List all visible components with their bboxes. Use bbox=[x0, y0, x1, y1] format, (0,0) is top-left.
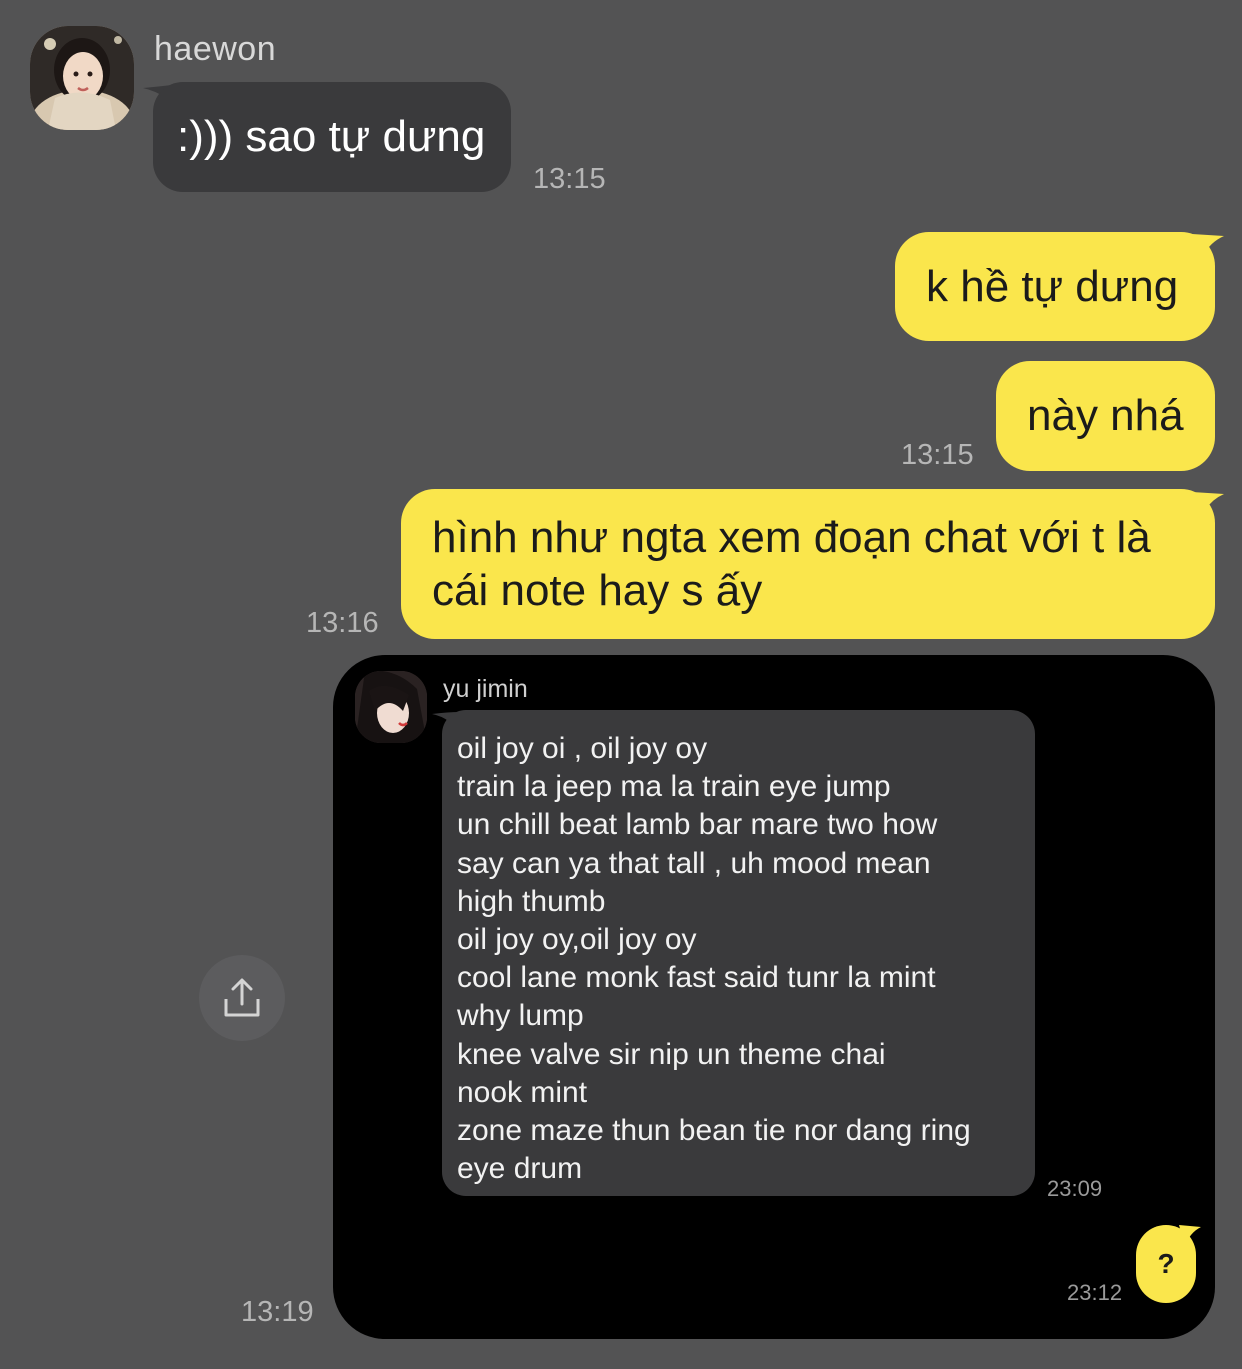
screenshot-text-line: un chill beat lamb bar mare two how bbox=[457, 808, 938, 842]
share-icon bbox=[224, 978, 260, 1017]
screenshot-text-line: high thumb bbox=[457, 884, 606, 918]
sender-name: haewon bbox=[154, 30, 277, 68]
screenshot-text-line: train la jeep ma la train eye jump bbox=[457, 770, 891, 804]
incoming-message-bubble[interactable]: :))) sao tự dưng bbox=[153, 82, 512, 192]
message-text: :))) sao tự dưng bbox=[177, 112, 486, 161]
message-timestamp: 13:19 bbox=[241, 1296, 314, 1328]
screenshot-reply-timestamp: 23:12 bbox=[1067, 1280, 1123, 1305]
screenshot-reply-tail bbox=[1179, 1225, 1201, 1247]
screenshot-text-line: oil joy oi , oil joy oy bbox=[457, 732, 708, 765]
screenshot-message-bubble: oil joy oi , oil joy oy train la jeep ma… bbox=[442, 710, 1035, 1196]
screenshot-text-line: why lump bbox=[457, 999, 584, 1033]
message-timestamp: 13:15 bbox=[901, 439, 974, 471]
screenshot-text-line: cool lane monk fast said tunr la mint bbox=[457, 961, 936, 995]
outgoing-bubble-tail bbox=[1192, 492, 1224, 522]
screenshot-reply-text: ? bbox=[1157, 1248, 1175, 1279]
screenshot-text-line: zone maze thun bean tie nor dang ring bbox=[457, 1114, 971, 1148]
screenshot-timestamp: 23:09 bbox=[1047, 1176, 1103, 1201]
image-message[interactable]: yu jimin oil joy oi , oil joy oy train l… bbox=[333, 655, 1215, 1339]
screenshot-text-line: say can ya that tall , uh mood mean bbox=[457, 846, 931, 880]
message-text: k hề tự dưng bbox=[926, 261, 1179, 311]
screenshot-text-line: eye drum bbox=[457, 1152, 583, 1186]
outgoing-bubble-tail bbox=[1192, 234, 1224, 264]
message-timestamp: 13:15 bbox=[533, 163, 606, 195]
outgoing-message-bubble[interactable]: hình như ngta xem đoạn chat với t là cái… bbox=[401, 489, 1215, 639]
outgoing-message-bubble[interactable]: này nhá bbox=[996, 361, 1215, 471]
screenshot-text-line: oil joy oy,oil joy oy bbox=[457, 923, 697, 957]
screenshot-text-line: knee valve sir nip un theme chai bbox=[457, 1037, 886, 1071]
outgoing-message-bubble[interactable]: k hề tự dưng bbox=[895, 232, 1215, 341]
screenshot-avatar bbox=[355, 671, 427, 743]
contact-avatar[interactable] bbox=[30, 26, 134, 130]
message-text-line: hình như ngta xem đoạn chat với t là bbox=[432, 513, 1151, 562]
screenshot-sender-name: yu jimin bbox=[443, 675, 528, 703]
screenshot-text-line: nook mint bbox=[457, 1075, 588, 1109]
message-timestamp: 13:16 bbox=[306, 607, 379, 639]
message-text: này nhá bbox=[1027, 391, 1184, 440]
share-button[interactable] bbox=[199, 955, 285, 1041]
message-text-line: cái note hay s ấy bbox=[432, 566, 763, 615]
